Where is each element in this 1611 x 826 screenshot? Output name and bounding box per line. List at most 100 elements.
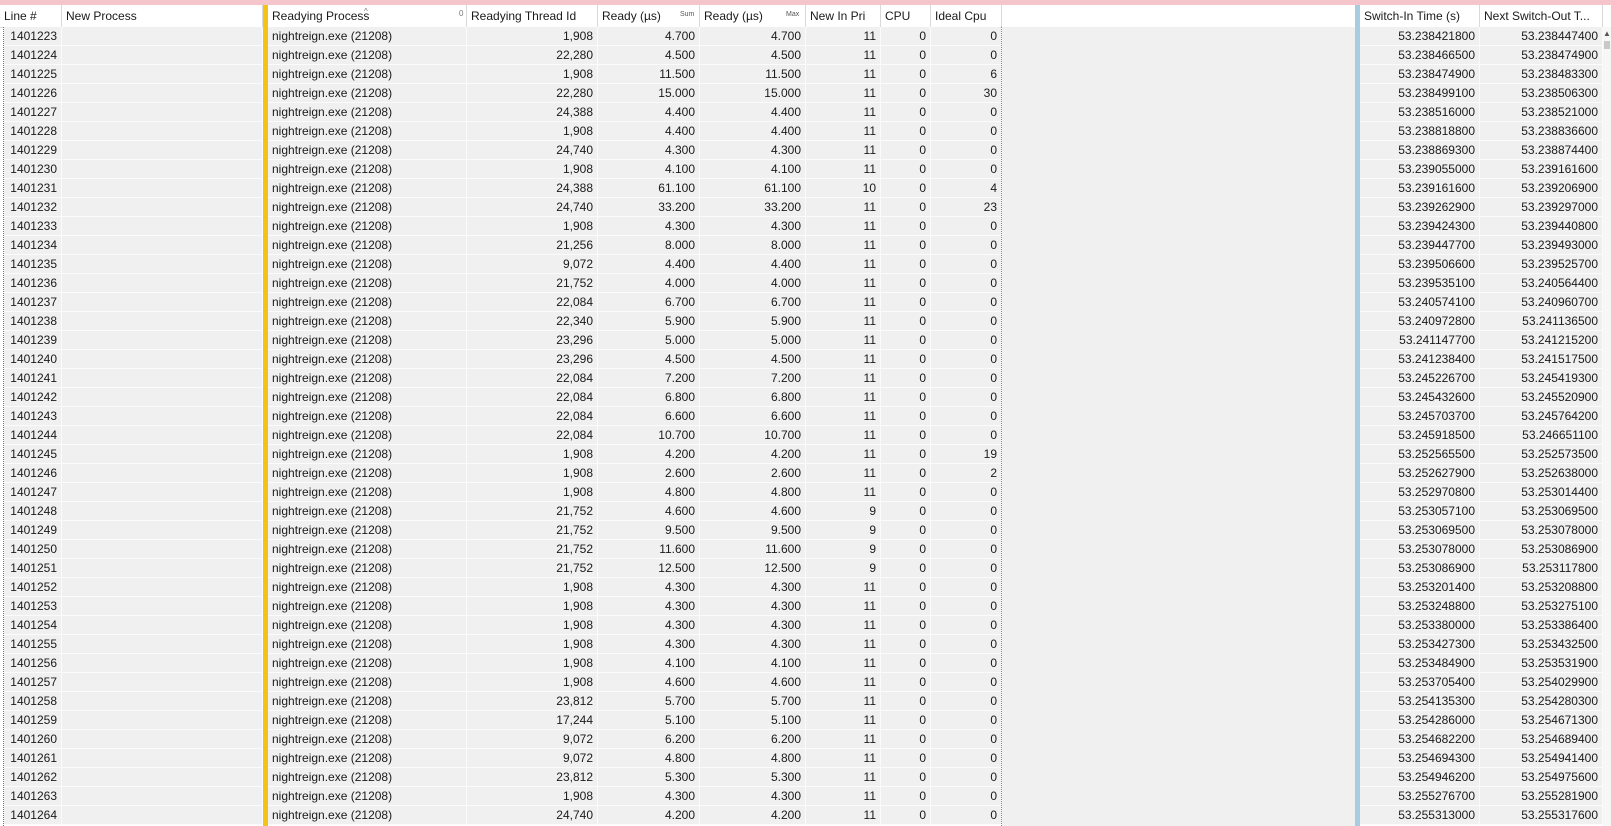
table-row[interactable]: 1401260 nightreign.exe (21208) 9,072 6.200 6… — [0, 730, 1611, 749]
cell-switch-in-time: 53.239447700 — [1360, 236, 1480, 255]
table-row[interactable]: 1401241 nightreign.exe (21208) 22,084 7.200… — [0, 369, 1611, 388]
table-row[interactable]: 1401224 nightreign.exe (21208) 22,280 4.500… — [0, 46, 1611, 65]
table-row[interactable]: 1401249 nightreign.exe (21208) 21,752 9.500… — [0, 521, 1611, 540]
table-row[interactable]: 1401262 nightreign.exe (21208) 23,812 5.300… — [0, 768, 1611, 787]
column-header-cpu[interactable]: CPU — [881, 5, 931, 27]
column-header-line-number[interactable]: Line # — [0, 5, 62, 27]
table-row[interactable]: 1401233 nightreign.exe (21208) 1,908 4.300 4… — [0, 217, 1611, 236]
cell-switch-in-time: 53.254694300 — [1360, 749, 1480, 768]
cell-readying-thread-id: 24,740 — [467, 141, 598, 160]
cell-new-process — [62, 198, 263, 217]
column-header-readying-thread-id[interactable]: Readying Thread Id — [467, 5, 598, 27]
cell-new-in-pri: 11 — [806, 407, 881, 426]
cell-ready-max: 4.400 — [700, 255, 806, 274]
aggregation-label-sum: Sum — [680, 11, 695, 18]
cell-readying-thread-id: 1,908 — [467, 27, 598, 46]
table-row[interactable]: 1401230 nightreign.exe (21208) 1,908 4.100 4… — [0, 160, 1611, 179]
column-header-new-process[interactable]: New Process — [62, 5, 263, 27]
table-row[interactable]: 1401253 nightreign.exe (21208) 1,908 4.300 4… — [0, 597, 1611, 616]
cell-ready-max: 4.300 — [700, 787, 806, 806]
table-row[interactable]: 1401245 nightreign.exe (21208) 1,908 4.200 4… — [0, 445, 1611, 464]
table-row[interactable]: 1401244 nightreign.exe (21208) 22,084 10.70… — [0, 426, 1611, 445]
column-header-ideal-cpu[interactable]: Ideal Cpu — [931, 5, 1002, 27]
cell-ideal-cpu: 0 — [931, 160, 1002, 179]
table-row[interactable]: 1401231 nightreign.exe (21208) 24,388 61.10… — [0, 179, 1611, 198]
table-row[interactable]: 1401237 nightreign.exe (21208) 22,084 6.700… — [0, 293, 1611, 312]
column-header-next-switch-out[interactable]: Next Switch-Out T... — [1480, 5, 1603, 27]
table-row[interactable]: 1401256 nightreign.exe (21208) 1,908 4.100 4… — [0, 654, 1611, 673]
table-row[interactable]: 1401259 nightreign.exe (21208) 17,244 5.100… — [0, 711, 1611, 730]
table-row[interactable]: 1401238 nightreign.exe (21208) 22,340 5.900… — [0, 312, 1611, 331]
table-row[interactable]: 1401254 nightreign.exe (21208) 1,908 4.300 4… — [0, 616, 1611, 635]
cell-readying-process: nightreign.exe (21208) — [268, 749, 467, 768]
column-header-ready-sum[interactable]: Ready (µs) Sum — [598, 5, 700, 27]
cell-ready-max: 4.400 — [700, 103, 806, 122]
column-header-row: Line # New Process Readying Process ^ 0 … — [0, 5, 1611, 28]
cell-switch-in-time: 53.238516000 — [1360, 103, 1480, 122]
grouping-divider-bar[interactable] — [263, 5, 268, 826]
cell-ready-max: 11.600 — [700, 540, 806, 559]
table-row[interactable]: 1401248 nightreign.exe (21208) 21,752 4.600… — [0, 502, 1611, 521]
column-header-new-in-pri[interactable]: New In Pri — [806, 5, 881, 27]
cell-ready-max: 8.000 — [700, 236, 806, 255]
cell-ready-max: 4.800 — [700, 483, 806, 502]
cell-new-process — [62, 483, 263, 502]
cell-ready-sum: 4.700 — [598, 27, 700, 46]
cell-switch-in-time: 53.253086900 — [1360, 559, 1480, 578]
scroll-up-arrow-icon[interactable]: ▲ — [1603, 29, 1611, 39]
table-row[interactable]: 1401236 nightreign.exe (21208) 21,752 4.000… — [0, 274, 1611, 293]
table-row[interactable]: 1401247 nightreign.exe (21208) 1,908 4.800 4… — [0, 483, 1611, 502]
cell-next-switch-out: 53.253117800 — [1480, 559, 1603, 578]
column-header-switch-in-time[interactable]: Switch-In Time (s) — [1360, 5, 1480, 27]
table-row[interactable]: 1401261 nightreign.exe (21208) 9,072 4.800 4… — [0, 749, 1611, 768]
scrollbar-thumb[interactable] — [1604, 41, 1610, 49]
table-row[interactable]: 1401229 nightreign.exe (21208) 24,740 4.300… — [0, 141, 1611, 160]
cell-new-in-pri: 11 — [806, 426, 881, 445]
table-row[interactable]: 1401232 nightreign.exe (21208) 24,740 33.20… — [0, 198, 1611, 217]
table-row[interactable]: 1401264 nightreign.exe (21208) 24,740 4.200… — [0, 806, 1611, 825]
table-row[interactable]: 1401227 nightreign.exe (21208) 24,388 4.400… — [0, 103, 1611, 122]
cell-ready-max: 9.500 — [700, 521, 806, 540]
table-row[interactable]: 1401228 nightreign.exe (21208) 1,908 4.400 4… — [0, 122, 1611, 141]
cell-new-process — [62, 388, 263, 407]
table-row[interactable]: 1401257 nightreign.exe (21208) 1,908 4.600 4… — [0, 673, 1611, 692]
table-row[interactable]: 1401239 nightreign.exe (21208) 23,296 5.000… — [0, 331, 1611, 350]
table-row[interactable]: 1401258 nightreign.exe (21208) 23,812 5.700… — [0, 692, 1611, 711]
column-header-readying-process[interactable]: Readying Process ^ 0 — [268, 5, 467, 27]
table-row[interactable]: 1401246 nightreign.exe (21208) 1,908 2.600 2… — [0, 464, 1611, 483]
cell-switch-in-time: 53.253078000 — [1360, 540, 1480, 559]
cell-line-number: 1401245 — [4, 445, 62, 464]
column-header-ready-max[interactable]: Ready (µs) Max — [700, 5, 806, 27]
cell-cpu: 0 — [881, 483, 931, 502]
cell-readying-thread-id: 1,908 — [467, 597, 598, 616]
table-row[interactable]: 1401234 nightreign.exe (21208) 21,256 8.000… — [0, 236, 1611, 255]
vertical-scrollbar[interactable] — [1603, 27, 1611, 826]
cell-new-in-pri: 11 — [806, 217, 881, 236]
table-row[interactable]: 1401242 nightreign.exe (21208) 22,084 6.800… — [0, 388, 1611, 407]
cell-next-switch-out: 53.255281900 — [1480, 787, 1603, 806]
table-row[interactable]: 1401263 nightreign.exe (21208) 1,908 4.300 4… — [0, 787, 1611, 806]
table-row[interactable]: 1401255 nightreign.exe (21208) 1,908 4.300 4… — [0, 635, 1611, 654]
table-row[interactable]: 1401226 nightreign.exe (21208) 22,280 15.00… — [0, 84, 1611, 103]
table-row[interactable]: 1401251 nightreign.exe (21208) 21,752 12.50… — [0, 559, 1611, 578]
table-row[interactable]: 1401243 nightreign.exe (21208) 22,084 6.600… — [0, 407, 1611, 426]
table-row[interactable]: 1401252 nightreign.exe (21208) 1,908 4.300 4… — [0, 578, 1611, 597]
cell-ready-max: 5.000 — [700, 331, 806, 350]
cell-next-switch-out: 53.241215200 — [1480, 331, 1603, 350]
cell-ready-max: 5.100 — [700, 711, 806, 730]
cell-cpu: 0 — [881, 407, 931, 426]
table-row[interactable]: 1401223 nightreign.exe (21208) 1,908 4.700 4… — [0, 27, 1611, 46]
table-row[interactable]: 1401235 nightreign.exe (21208) 9,072 4.400 4… — [0, 255, 1611, 274]
cell-new-process — [62, 730, 263, 749]
table-row[interactable]: 1401240 nightreign.exe (21208) 23,296 4.500… — [0, 350, 1611, 369]
cell-line-number: 1401225 — [4, 65, 62, 84]
cell-line-number: 1401263 — [4, 787, 62, 806]
cell-new-in-pri: 11 — [806, 787, 881, 806]
table-row[interactable]: 1401225 nightreign.exe (21208) 1,908 11.500… — [0, 65, 1611, 84]
table-row[interactable]: 1401250 nightreign.exe (21208) 21,752 11.60… — [0, 540, 1611, 559]
cell-ready-sum: 6.200 — [598, 730, 700, 749]
cell-cpu: 0 — [881, 179, 931, 198]
cell-readying-process: nightreign.exe (21208) — [268, 312, 467, 331]
graph-divider-bar[interactable] — [1355, 5, 1360, 826]
cell-ideal-cpu: 0 — [931, 673, 1002, 692]
